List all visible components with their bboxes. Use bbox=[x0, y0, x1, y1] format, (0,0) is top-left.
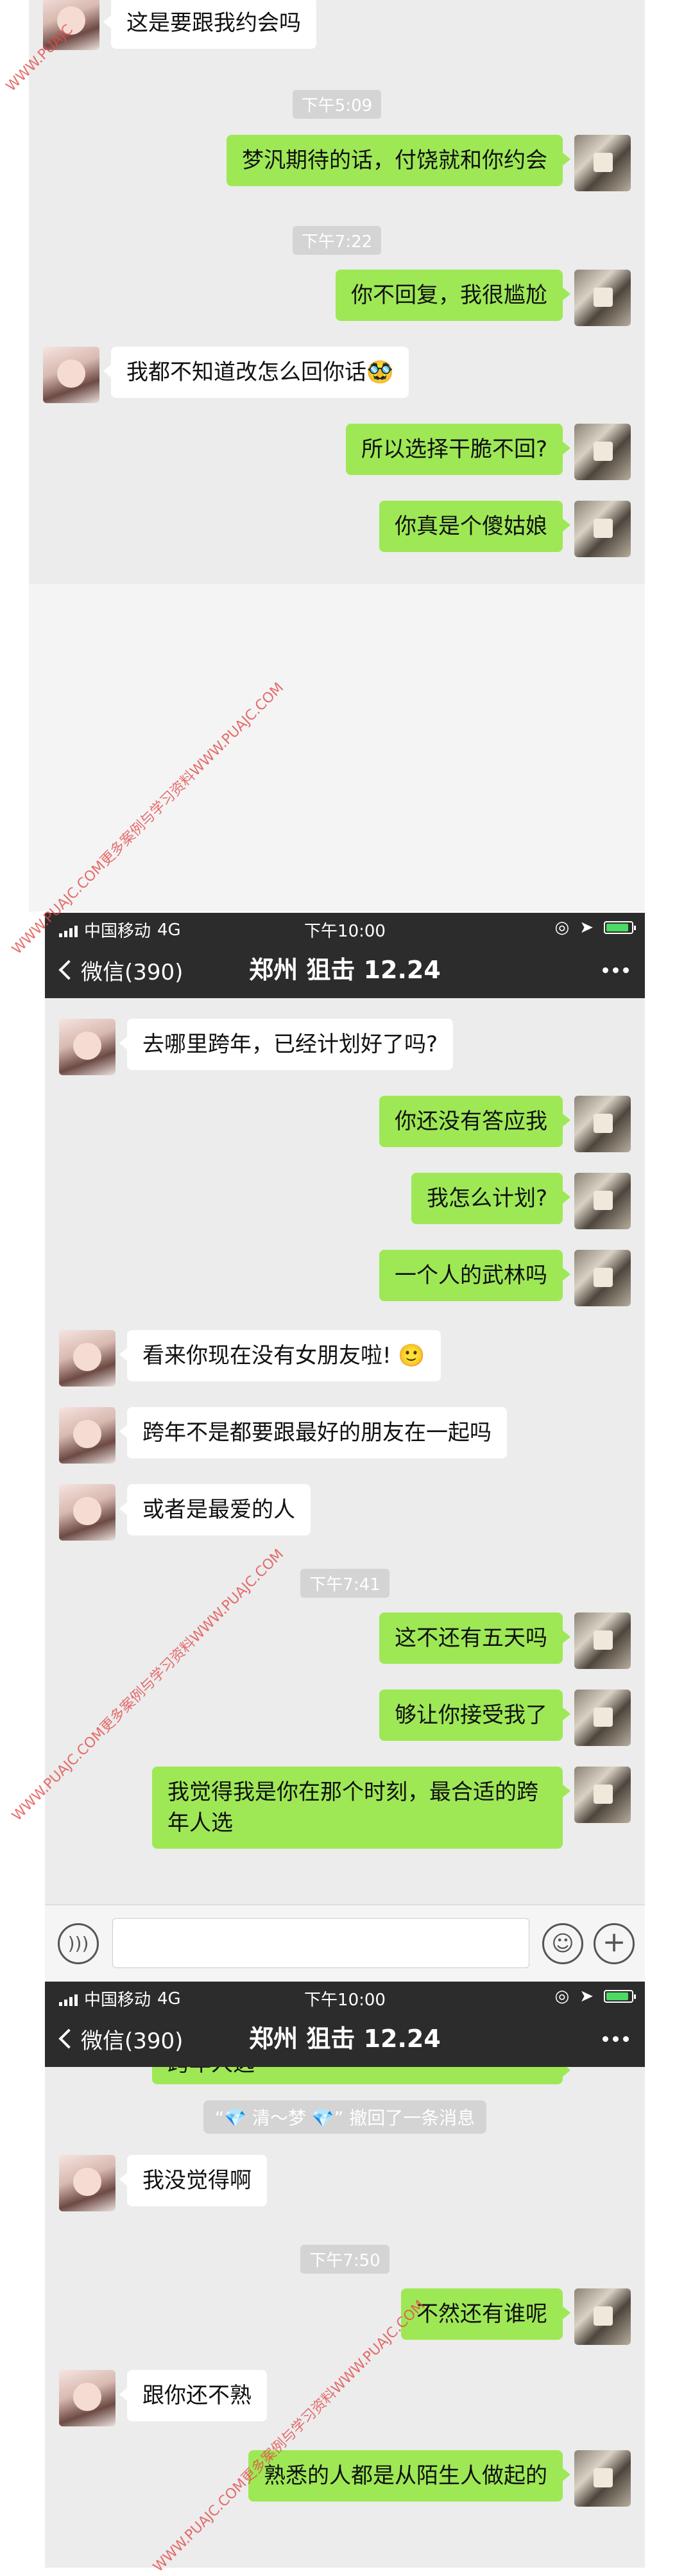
my-avatar[interactable] bbox=[574, 1173, 631, 1229]
emoji-icon[interactable]: ☺ bbox=[542, 1923, 583, 1964]
outgoing-bubble[interactable]: 不然还有谁呢 bbox=[401, 2288, 570, 2340]
contact-avatar[interactable] bbox=[59, 1484, 116, 1541]
plus-icon[interactable]: + bbox=[594, 1923, 635, 1964]
outgoing-bubble[interactable]: 够让你接受我了 bbox=[379, 1690, 570, 1741]
timestamp: 下午5:09 bbox=[29, 90, 645, 119]
outgoing-bubble[interactable]: 我觉得我是你在那个时刻，最合适的跨年人选 bbox=[152, 1767, 570, 1849]
incoming-bubble[interactable]: 看来你现在没有女朋友啦! 🙂 bbox=[119, 1330, 441, 1381]
voice-icon[interactable]: ))) bbox=[58, 1923, 99, 1964]
outgoing-bubble[interactable]: 熟悉的人都是从陌生人做起的 bbox=[248, 2450, 570, 2502]
lock-rotation-icon: ◎ bbox=[554, 918, 570, 937]
contact-avatar[interactable] bbox=[43, 347, 99, 403]
incoming-bubble[interactable]: 这是要跟我约会吗 bbox=[103, 0, 316, 49]
contact-avatar[interactable] bbox=[59, 2155, 116, 2211]
my-avatar[interactable] bbox=[574, 135, 631, 191]
outgoing-bubble[interactable]: 所以选择干脆不回? bbox=[345, 424, 571, 475]
my-avatar[interactable] bbox=[574, 501, 631, 557]
status-bar: 中国移动 4G 下午10:00 ◎ ➤ bbox=[45, 913, 645, 942]
chat-panel-1: 这是要跟我约会吗 下午5:09 梦汎期待的话，付饶就和你约会 下午7:22 你不… bbox=[29, 0, 645, 584]
incoming-bubble[interactable]: 或者是最爱的人 bbox=[119, 1484, 311, 1535]
my-avatar[interactable] bbox=[574, 424, 631, 480]
my-avatar[interactable] bbox=[574, 1096, 631, 1152]
more-button[interactable] bbox=[603, 942, 629, 998]
outgoing-bubble[interactable]: 你不回复，我很尴尬 bbox=[336, 270, 570, 321]
timestamp: 下午7:41 bbox=[45, 1569, 645, 1598]
incoming-bubble[interactable]: 我都不知道改怎么回你话🥸 bbox=[103, 347, 409, 398]
outgoing-bubble[interactable]: 你真是个傻姑娘 bbox=[379, 501, 570, 552]
chat-title: 郑州 狙击 12.24 bbox=[249, 2025, 441, 2053]
battery-icon bbox=[604, 1990, 636, 2003]
lock-rotation-icon: ◎ bbox=[554, 1987, 570, 2006]
my-avatar[interactable] bbox=[574, 270, 631, 326]
incoming-bubble[interactable]: 去哪里跨年，已经计划好了吗? bbox=[119, 1019, 454, 1070]
chat-panel-2: 中国移动 4G 下午10:00 ◎ ➤ 微信(390) 郑州 狙击 12.24 … bbox=[45, 913, 645, 1982]
outgoing-bubble[interactable]: 梦汎期待的话，付饶就和你约会 bbox=[227, 135, 570, 186]
my-avatar[interactable] bbox=[574, 1690, 631, 1746]
my-avatar[interactable] bbox=[574, 1612, 631, 1669]
more-button[interactable] bbox=[603, 2010, 629, 2067]
contact-avatar[interactable] bbox=[59, 2370, 116, 2426]
nav-bar: 微信(390) 郑州 狙击 12.24 bbox=[45, 2010, 645, 2067]
nav-bar: 微信(390) 郑州 狙击 12.24 bbox=[45, 942, 645, 998]
location-icon: ➤ bbox=[579, 918, 594, 937]
incoming-bubble[interactable]: 跟你还不熟 bbox=[119, 2370, 267, 2421]
timestamp: 下午7:50 bbox=[45, 2245, 645, 2274]
incoming-bubble[interactable]: 跨年不是都要跟最好的朋友在一起吗 bbox=[119, 1407, 507, 1458]
chat-title: 郑州 狙击 12.24 bbox=[249, 956, 441, 984]
input-bar: ))) ☺ + bbox=[45, 1905, 645, 1982]
outgoing-bubble[interactable]: 这不还有五天吗 bbox=[379, 1612, 570, 1664]
outgoing-bubble[interactable]: 我怎么计划? bbox=[411, 1173, 571, 1224]
outgoing-bubble[interactable]: 你还没有答应我 bbox=[379, 1096, 570, 1147]
my-avatar[interactable] bbox=[574, 2450, 631, 2507]
outgoing-bubble[interactable]: 一个人的武林吗 bbox=[379, 1250, 570, 1301]
my-avatar[interactable] bbox=[574, 1767, 631, 1823]
battery-icon bbox=[604, 921, 636, 934]
contact-avatar[interactable] bbox=[59, 1407, 116, 1464]
my-avatar[interactable] bbox=[574, 2288, 631, 2345]
contact-avatar[interactable] bbox=[59, 1330, 116, 1387]
location-icon: ➤ bbox=[579, 1987, 594, 2006]
chat-panel-3: 跨年人选 中国移动 4G 下午10:00 ◎ ➤ 微信(390) 郑州 狙击 1… bbox=[45, 1982, 645, 2568]
message-input[interactable] bbox=[112, 1918, 529, 1968]
timestamp: 下午7:22 bbox=[29, 226, 645, 255]
my-avatar[interactable] bbox=[574, 1250, 631, 1306]
page-gap bbox=[29, 584, 645, 912]
status-bar: 中国移动 4G 下午10:00 ◎ ➤ bbox=[45, 1982, 645, 2010]
recall-notice: “💎 清～梦 💎” 撤回了一条消息 bbox=[45, 2100, 645, 2134]
contact-avatar[interactable] bbox=[59, 1019, 116, 1075]
incoming-bubble[interactable]: 我没觉得啊 bbox=[119, 2155, 267, 2206]
